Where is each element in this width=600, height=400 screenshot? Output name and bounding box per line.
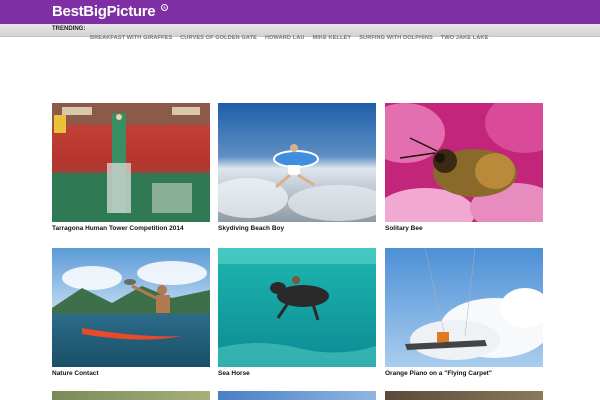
gallery-thumb-partial[interactable] (52, 391, 210, 400)
image-caption[interactable]: Tarragona Human Tower Competition 2014 (52, 225, 210, 232)
site-logo[interactable]: BestBigPicture (52, 3, 156, 20)
site-header: BestBigPicture ® (0, 0, 600, 24)
trending-link[interactable]: TWO JAKE LAKE (441, 35, 489, 41)
gallery-card[interactable]: Solitary Bee (385, 103, 543, 232)
trending-link[interactable]: HOWARD LAU (265, 35, 305, 41)
surfer-with-bird-image[interactable] (52, 248, 210, 367)
trending-links: BREAKFAST WITH GIRAFFES CURVES OF GOLDEN … (90, 26, 496, 44)
registered-mark-icon: ® (161, 4, 168, 11)
gallery-thumb-partial[interactable] (218, 391, 376, 400)
trending-bar: TRENDING: BREAKFAST WITH GIRAFFES CURVES … (0, 24, 600, 41)
image-caption[interactable]: Solitary Bee (385, 225, 543, 232)
gallery-card[interactable]: Orange Piano on a "Flying Carpet" (385, 248, 543, 377)
trending-link[interactable]: MIKE KELLEY (313, 35, 352, 41)
horse-underwater-image[interactable] (218, 248, 376, 367)
crowd-human-tower-image[interactable] (52, 103, 210, 222)
image-caption[interactable]: Orange Piano on a "Flying Carpet" (385, 370, 543, 377)
gallery-card[interactable]: Tarragona Human Tower Competition 2014 (52, 103, 210, 232)
gallery-thumb-partial[interactable] (385, 391, 543, 400)
trending-link[interactable]: BREAKFAST WITH GIRAFFES (90, 35, 172, 41)
flying-piano-image[interactable] (385, 248, 543, 367)
trending-link[interactable]: SURFING WITH DOLPHINS (359, 35, 433, 41)
gallery-card[interactable]: Sea Horse (218, 248, 376, 377)
image-caption[interactable]: Sea Horse (218, 370, 376, 377)
gallery-card[interactable]: Nature Contact (52, 248, 210, 377)
image-caption[interactable]: Nature Contact (52, 370, 210, 377)
trending-link[interactable]: CURVES OF GOLDEN GATE (180, 35, 257, 41)
skydiver-image[interactable] (218, 103, 376, 222)
trending-label: TRENDING: (52, 26, 86, 32)
image-caption[interactable]: Skydiving Beach Boy (218, 225, 376, 232)
bee-on-flower-image[interactable] (385, 103, 543, 222)
gallery-card[interactable]: Skydiving Beach Boy (218, 103, 376, 232)
